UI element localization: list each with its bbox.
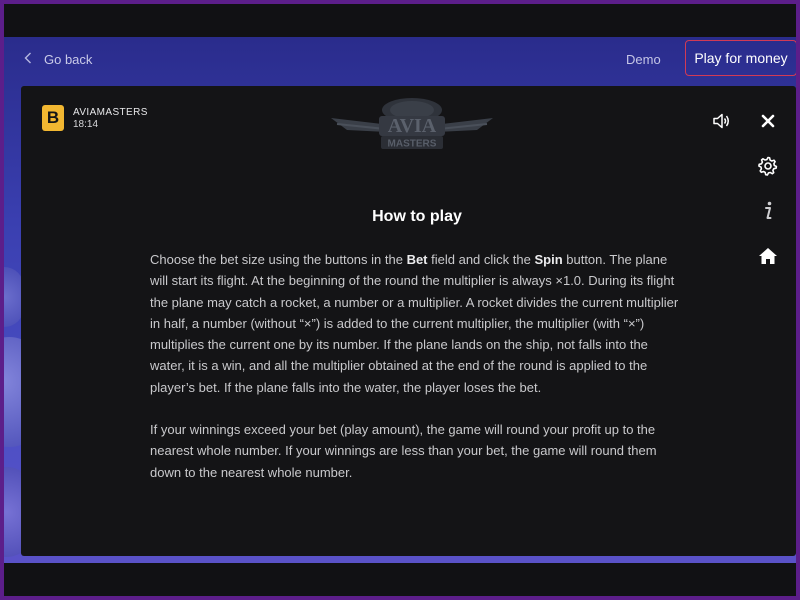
go-back-button[interactable]: Go back xyxy=(24,47,92,71)
close-icon xyxy=(761,114,775,128)
brand-name: AVIAMASTERS xyxy=(73,106,148,118)
help-paragraph-2: If your winnings exceed your bet (play a… xyxy=(150,422,657,480)
brand-block: B AVIAMASTERS 18:14 xyxy=(42,105,148,131)
app-frame: Go back Demo Play for money B AVIAMASTER… xyxy=(4,4,796,596)
game-logo-line1: AVIA xyxy=(388,115,437,137)
home-button[interactable] xyxy=(755,243,781,269)
demo-link[interactable]: Demo xyxy=(626,52,661,67)
clock-time: 18:14 xyxy=(73,118,99,130)
help-paragraph-1: Choose the bet size using the buttons in… xyxy=(150,249,684,398)
home-icon xyxy=(759,248,777,264)
info-icon xyxy=(765,201,772,219)
help-text: field and click the xyxy=(427,252,535,267)
aviamasters-logo: AVIA MASTERS xyxy=(331,98,493,150)
bottom-bar xyxy=(4,563,796,596)
speaker-icon xyxy=(713,113,729,129)
help-content: How to play Choose the bet size using th… xyxy=(150,208,684,483)
help-text: Choose the bet size using the buttons in… xyxy=(150,252,407,267)
gear-icon xyxy=(758,156,778,176)
bet-keyword: Bet xyxy=(406,252,428,267)
page-title: How to play xyxy=(372,208,462,225)
play-for-money-button[interactable]: Play for money xyxy=(685,40,796,76)
how-to-play-modal: B AVIAMASTERS 18:14 AVIA MASTERS How to … xyxy=(21,86,796,556)
go-back-label: Go back xyxy=(44,51,93,67)
info-button[interactable] xyxy=(755,198,781,224)
help-text: button. The plane will start its flight.… xyxy=(150,252,679,395)
chevron-left-icon xyxy=(24,51,32,67)
spin-keyword: Spin xyxy=(534,252,563,267)
close-button[interactable] xyxy=(755,108,781,134)
game-logo-line2: MASTERS xyxy=(388,139,437,150)
sound-button[interactable] xyxy=(709,108,735,134)
brand-logo: B xyxy=(42,105,64,131)
top-bar xyxy=(4,4,796,37)
settings-button[interactable] xyxy=(755,153,781,179)
